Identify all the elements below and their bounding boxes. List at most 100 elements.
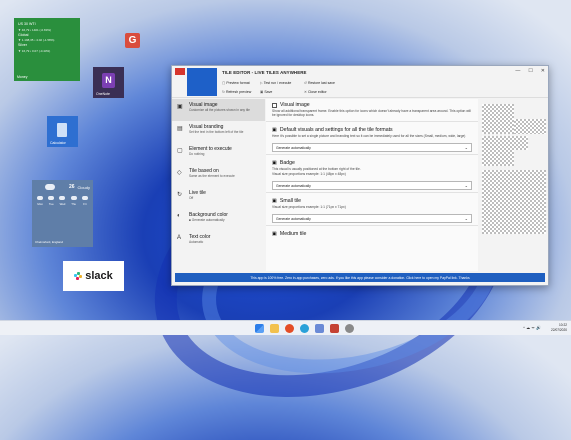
money-row: Global ▼ 1.198,35 • 4.02 (-1.58%) (18, 32, 55, 43)
title-bar: TILE EDITOR - LIVE TILES ANYWHERE ▢ Previ… (172, 66, 548, 98)
slack-label: slack (85, 270, 113, 282)
sidebar-item-background-color[interactable]: ◐ Background color ■ Generate automaticall… (172, 209, 265, 231)
sidebar-item-live-tile[interactable]: ↻ Live tile Off (172, 187, 265, 209)
file-explorer-icon[interactable] (270, 324, 279, 333)
calculator-tile-label: Calculator (50, 141, 66, 145)
clock[interactable]: 10:22 22/07/2020 (551, 323, 567, 332)
tile-preview (187, 68, 217, 96)
settings-content: Visual image Show all additional transpa… (266, 99, 478, 271)
sidebar-item-visual-branding[interactable]: ▤ Visual branding Set the text in the bott… (172, 121, 265, 143)
medium-tile-section: ▣ Medium tile (266, 228, 478, 239)
weather-temp: 26 (68, 184, 75, 190)
maximize-icon[interactable]: ☐ (528, 68, 532, 74)
section-subtext: Visual size proportions example: 1:1 (48… (272, 172, 346, 176)
divider (266, 225, 478, 226)
small-tile-section: ▣ Small tile Visual size proportions exam… (266, 195, 478, 211)
weather-day: Wed (57, 195, 67, 206)
test-run-button[interactable]: ▷ Test run / execute (260, 81, 291, 85)
money-tile[interactable]: US 30 WTI ▼ 46,79 • 1401 (-0.83%) Global ▼… (14, 18, 80, 81)
weather-day: Thu (69, 195, 79, 206)
sidebar-item-tile-based-on[interactable]: ◇ Tile based on Same as the element to exe… (172, 165, 265, 187)
restore-button[interactable]: ↺ Restore last save (304, 81, 335, 85)
default-visuals-select[interactable]: Generate automatically ⌄ (272, 143, 472, 152)
visual-image-section: Visual image Show all additional transpa… (266, 99, 478, 119)
mail-icon[interactable] (315, 324, 324, 333)
image-icon: ▣ (272, 127, 277, 133)
default-visuals-section: ▣ Default visuals and settings for all th… (266, 124, 478, 140)
preview-format-button[interactable]: ▢ Preview format (222, 81, 250, 85)
section-text: This visual is usually positioned at the… (272, 167, 361, 171)
sidebar-item-element-to-execute[interactable]: ▢ Element to execute Do nothing (172, 143, 265, 165)
start-icon[interactable] (255, 324, 264, 333)
chevron-down-icon: ⌄ (464, 216, 468, 221)
tile-editor-window: TILE EDITOR - LIVE TILES ANYWHERE ▢ Previ… (171, 65, 549, 286)
weather-day: Fri (80, 195, 90, 206)
divider (266, 192, 478, 193)
small-tile-select[interactable]: Generate automatically ⌄ (272, 214, 472, 223)
section-text: Here it's possible to set a single pictu… (272, 134, 466, 138)
sidebar: ▣ Visual image Customize all the pictures … (172, 99, 265, 271)
badge-section: ▣ Badge This visual is usually positioned… (266, 157, 478, 178)
restore-icon: ↺ (304, 81, 307, 85)
divider (266, 154, 478, 155)
preview-icon: ▢ (222, 81, 226, 85)
taskbar-apps (255, 324, 354, 333)
based-on-icon: ◇ (177, 170, 182, 176)
weather-day: Mon (35, 195, 45, 206)
slack-logo-icon (74, 272, 83, 280)
sidebar-item-text-color[interactable]: A Text color Automatic (172, 231, 265, 253)
live-tile-icon: ↻ (177, 192, 183, 198)
section-heading: Visual image (280, 102, 310, 108)
chevron-down-icon: ⌄ (464, 145, 468, 150)
donation-banner[interactable]: This app is 100% free. Zero in-app purch… (175, 273, 545, 282)
refresh-preview-button[interactable]: ↻ Refresh preview (222, 90, 251, 94)
image-icon: ▣ (272, 231, 277, 237)
close-editor-button[interactable]: ✕ Close editor (304, 90, 327, 94)
settings-icon[interactable] (345, 324, 354, 333)
small-tile-preview (514, 136, 528, 150)
g-app-icon: G (128, 35, 137, 46)
slack-tile[interactable]: slack (63, 261, 124, 291)
palette-icon: ◐ (177, 213, 181, 219)
image-icon: ▣ (272, 198, 277, 204)
cloud-icon (45, 184, 56, 190)
large-tile-preview (482, 170, 546, 234)
image-icon: ▣ (177, 104, 183, 110)
cloud-icon (37, 196, 44, 200)
onenote-icon: N (102, 73, 115, 88)
edge-icon[interactable] (300, 324, 309, 333)
money-tile-label: Money (17, 75, 28, 79)
cloud-icon (70, 196, 77, 200)
section-heading: Medium tile (279, 231, 307, 237)
tile-size-previews (482, 104, 546, 272)
onenote-tile[interactable]: N OneNote (93, 67, 124, 98)
window-controls: — ☐ ✕ (515, 68, 545, 74)
save-icon: ▣ (260, 90, 264, 94)
image-icon: ▣ (272, 160, 277, 166)
close-window-icon[interactable]: ✕ (541, 68, 545, 74)
money-row: Silver ▼ 16,79 • 0.07 (-0.43%) (18, 43, 51, 53)
app-icon[interactable] (330, 324, 339, 333)
chevron-down-icon: ⌄ (464, 183, 468, 188)
badge-select[interactable]: Generate automatically ⌄ (272, 181, 472, 190)
execute-icon: ▢ (177, 148, 183, 154)
calculator-tile[interactable]: Calculator (47, 116, 78, 147)
refresh-icon: ↻ (222, 90, 225, 94)
app-icon (175, 68, 185, 75)
cloud-icon (48, 196, 55, 200)
sidebar-item-visual-image[interactable]: ▣ Visual image Customize all the pictures … (172, 99, 265, 121)
large-tile-preview (482, 104, 514, 134)
medium-tile-preview (482, 136, 514, 166)
browser-icon[interactable] (285, 324, 294, 333)
weather-tile[interactable]: 26 Cloudy Mon Tue Wed Thu Fri Chelmsford… (32, 180, 93, 247)
onenote-tile-label: OneNote (96, 92, 111, 96)
save-button[interactable]: ▣ Save (260, 90, 272, 94)
system-tray[interactable]: ^ ☁ ᯤ 🔊 (523, 325, 541, 331)
calculator-icon (57, 123, 67, 137)
play-icon: ▷ (260, 81, 263, 85)
cloud-icon (59, 196, 66, 200)
minimize-icon[interactable]: — (515, 68, 520, 74)
close-icon: ✕ (304, 90, 307, 94)
visual-image-checkbox[interactable] (272, 102, 277, 108)
g-app-tile[interactable]: G (125, 33, 140, 48)
